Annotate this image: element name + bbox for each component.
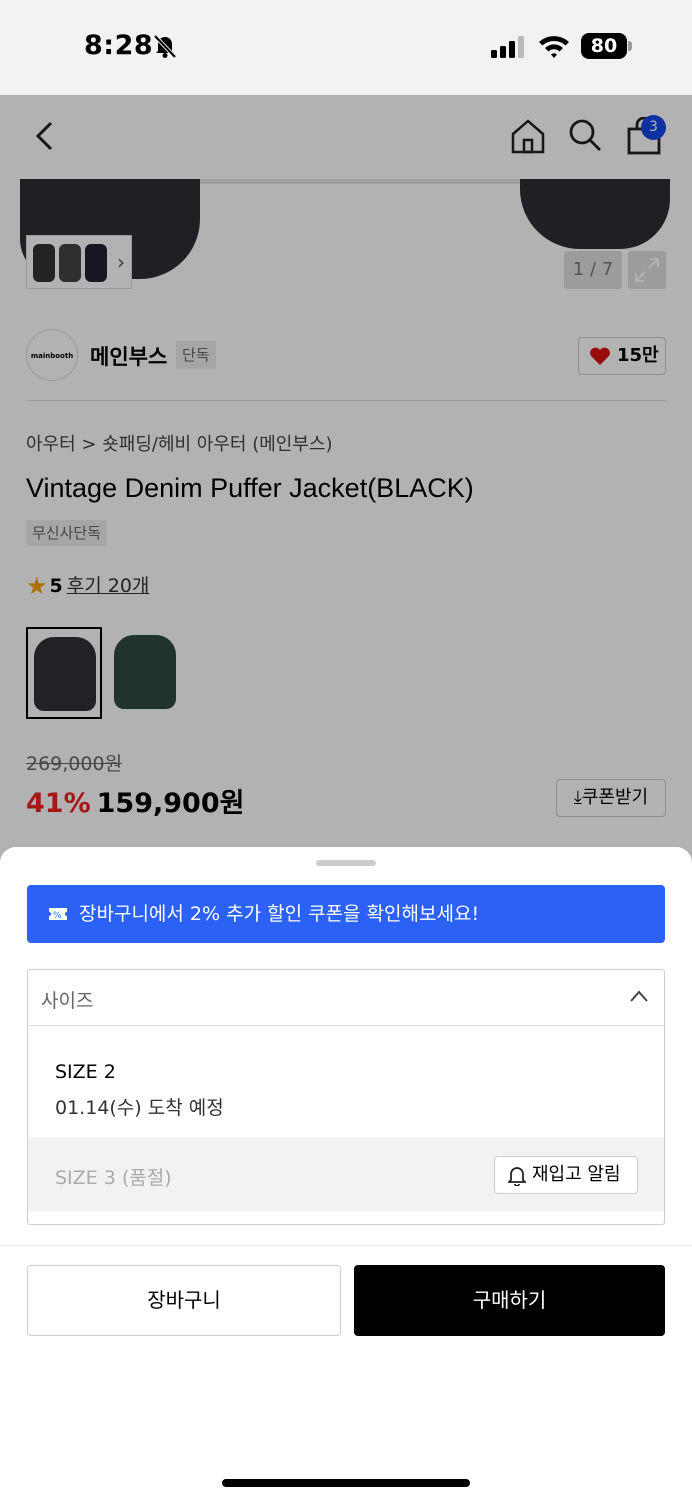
battery-indicator: 80 — [581, 33, 633, 59]
buy-now-button[interactable]: 구매하기 — [354, 1265, 665, 1336]
restock-label: 재입고 알림 — [532, 1164, 621, 1185]
home-indicator — [222, 1479, 470, 1487]
size-option-name: SIZE 3 (품절) — [55, 1167, 172, 1189]
chevron-up-icon — [630, 990, 648, 1002]
size-option-name: SIZE 2 — [55, 1061, 116, 1083]
size-option[interactable]: SIZE 2 01.14(수) 도착 예정 — [28, 1027, 664, 1137]
status-time: 8:28 — [84, 30, 154, 61]
divider — [0, 1245, 692, 1246]
size-option-soldout: SIZE 3 (품절) 재입고 알림 — [28, 1137, 664, 1211]
size-placeholder: 사이즈 — [41, 990, 94, 1012]
bell-muted-icon — [153, 34, 177, 59]
battery-level: 80 — [581, 33, 627, 59]
modal-backdrop[interactable] — [0, 95, 692, 865]
add-to-cart-button[interactable]: 장바구니 — [27, 1265, 341, 1336]
size-dropdown-header[interactable]: 사이즈 — [28, 970, 664, 1026]
cart-coupon-banner[interactable]: % 장바구니에서 2% 추가 할인 쿠폰을 확인해보세요! — [27, 885, 665, 943]
status-bar: 8:28 80 — [0, 0, 692, 95]
coupon-icon: % — [49, 908, 67, 921]
svg-text:%: % — [53, 911, 62, 921]
promo-text: 장바구니에서 2% 추가 할인 쿠폰을 확인해보세요! — [79, 903, 480, 925]
option-bottom-sheet: % 장바구니에서 2% 추가 할인 쿠폰을 확인해보세요! 사이즈 SIZE 2… — [0, 847, 692, 1500]
size-option-eta: 01.14(수) 도착 예정 — [55, 1097, 224, 1119]
cellular-signal-icon — [491, 36, 524, 58]
sheet-grabber[interactable] — [316, 860, 376, 866]
restock-alert-button[interactable]: 재입고 알림 — [494, 1156, 638, 1194]
bell-icon — [508, 1167, 526, 1186]
size-dropdown: 사이즈 SIZE 2 01.14(수) 도착 예정 SIZE 3 (품절) 재입… — [27, 969, 665, 1225]
battery-tip — [628, 41, 632, 51]
wifi-icon — [539, 36, 569, 58]
